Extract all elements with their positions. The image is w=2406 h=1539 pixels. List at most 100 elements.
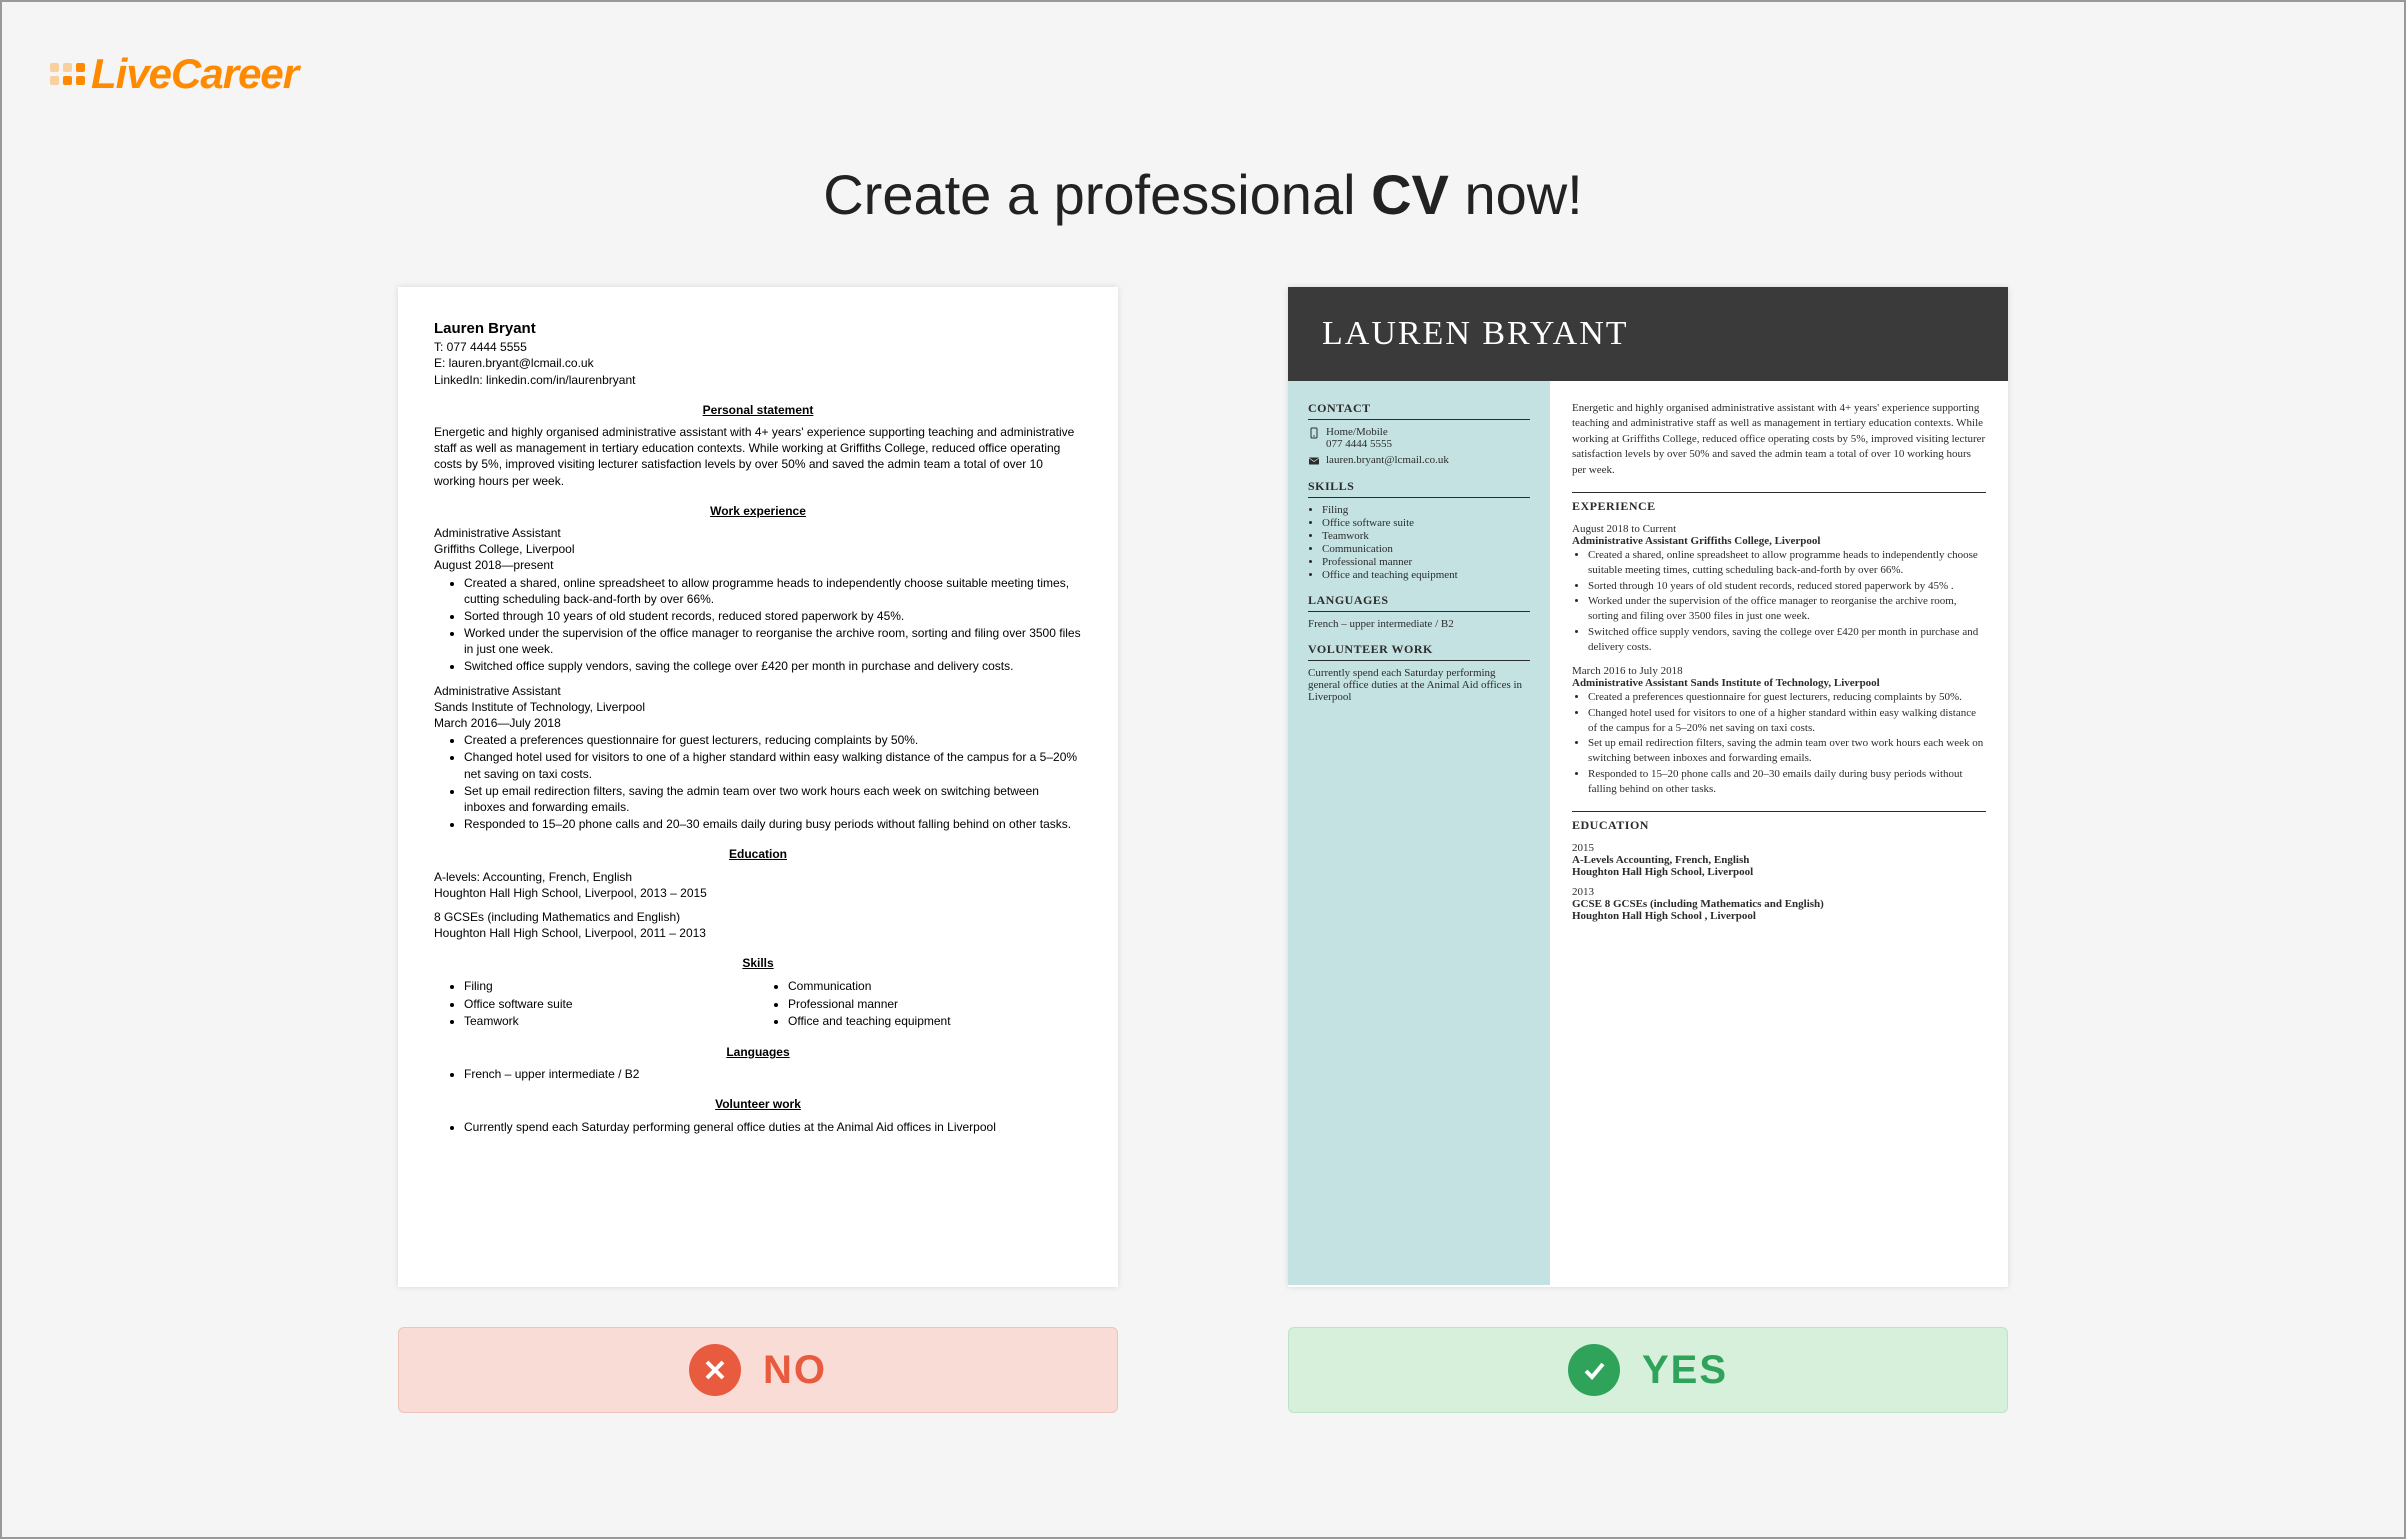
styled-lang: French – upper intermediate / B2	[1308, 618, 1530, 630]
styled-email-row: lauren.bryant@lcmail.co.uk	[1308, 454, 1530, 467]
plain-vol: Currently spend each Saturday performing…	[464, 1119, 1082, 1135]
plain-sec-personal: Personal statement	[434, 402, 1082, 418]
plain-job2-bullets: Created a preferences questionnaire for …	[464, 732, 1082, 832]
list-item: Teamwork	[464, 1013, 758, 1029]
list-item: Responded to 15–20 phone calls and 20–30…	[464, 816, 1082, 832]
no-button[interactable]: NO	[398, 1327, 1118, 1413]
styled-edu2-y: 2013	[1572, 886, 1986, 898]
page-frame: LiveCareer Create a professional CV now!…	[0, 0, 2406, 1539]
list-item: Office and teaching equipment	[788, 1013, 1082, 1029]
styled-sec-skills: SKILLS	[1308, 479, 1530, 498]
list-item: Communication	[1322, 543, 1530, 555]
plain-skills-cols: FilingOffice software suiteTeamwork Comm…	[434, 977, 1082, 1030]
logo-dots-icon	[50, 63, 85, 85]
divider	[1572, 811, 1986, 812]
plain-job1-org: Griffiths College, Liverpool	[434, 541, 1082, 557]
styled-sec-exp: EXPERIENCE	[1572, 499, 1986, 517]
plain-linkedin: LinkedIn: linkedin.com/in/laurenbryant	[434, 372, 1082, 388]
list-item: Communication	[788, 978, 1082, 994]
no-label: NO	[763, 1348, 827, 1393]
list-item: Filing	[464, 978, 758, 994]
plain-lang-list: French – upper intermediate / B2	[464, 1066, 1082, 1082]
plain-sec-edu: Education	[434, 846, 1082, 862]
plain-sec-work: Work experience	[434, 503, 1082, 519]
logo: LiveCareer	[50, 50, 298, 98]
list-item: Created a shared, online spreadsheet to …	[464, 575, 1082, 607]
styled-name: LAUREN BRYANT	[1288, 287, 2008, 381]
styled-vol: Currently spend each Saturday performing…	[1308, 667, 1530, 703]
plain-skills-left: FilingOffice software suiteTeamwork	[464, 977, 758, 1030]
styled-job2-bullets: Created a preferences questionnaire for …	[1588, 690, 1986, 797]
list-item: Sorted through 10 years of old student r…	[464, 608, 1082, 624]
heading-pre: Create a professional	[823, 163, 1371, 226]
styled-edu2-b: Houghton Hall High School , Liverpool	[1572, 910, 1756, 922]
plain-sec-skills: Skills	[434, 955, 1082, 971]
plain-sec-vol: Volunteer work	[434, 1096, 1082, 1112]
list-item: Office software suite	[1322, 517, 1530, 529]
list-item: Professional manner	[788, 996, 1082, 1012]
list-item: Responded to 15–20 phone calls and 20–30…	[1588, 767, 1986, 797]
check-icon	[1568, 1344, 1620, 1396]
plain-job1-dates: August 2018—present	[434, 557, 1082, 573]
plain-personal: Energetic and highly organised administr…	[434, 424, 1082, 489]
plain-job2-org: Sands Institute of Technology, Liverpool	[434, 699, 1082, 715]
styled-edu1-b: Houghton Hall High School, Liverpool	[1572, 866, 1753, 878]
list-item: Set up email redirection filters, saving…	[1588, 736, 1986, 766]
list-item: Set up email redirection filters, saving…	[464, 783, 1082, 815]
x-icon	[689, 1344, 741, 1396]
list-item: Filing	[1322, 504, 1530, 516]
styled-sec-contact: CONTACT	[1308, 401, 1530, 420]
list-item: Changed hotel used for visitors to one o…	[1588, 706, 1986, 736]
styled-edu2-a: GCSE 8 GCSEs (including Mathematics and …	[1572, 898, 1824, 910]
styled-sidebar: CONTACT Home/Mobile 077 4444 5555 lauren…	[1288, 381, 1550, 1285]
list-item: Created a preferences questionnaire for …	[464, 732, 1082, 748]
heading-strong: CV	[1371, 163, 1449, 226]
plain-skills-right: Communication Professional mannerOffice a…	[788, 977, 1082, 1030]
divider	[1572, 492, 1986, 493]
styled-phone-row: Home/Mobile 077 4444 5555	[1308, 426, 1530, 450]
list-item: Office and teaching equipment	[1322, 569, 1530, 581]
styled-body: CONTACT Home/Mobile 077 4444 5555 lauren…	[1288, 381, 2008, 1285]
plain-vol-list: Currently spend each Saturday performing…	[464, 1119, 1082, 1135]
yes-label: YES	[1642, 1348, 1728, 1393]
heading-post: now!	[1449, 163, 1583, 226]
list-item: Sorted through 10 years of old student r…	[1588, 579, 1986, 594]
plain-sec-lang: Languages	[434, 1044, 1082, 1060]
styled-phone-label: Home/Mobile	[1326, 426, 1392, 438]
page-heading: Create a professional CV now!	[62, 162, 2344, 227]
plain-phone: T: 077 4444 5555	[434, 339, 1082, 355]
styled-skills: FilingOffice software suiteTeamworkCommu…	[1322, 504, 1530, 581]
styled-sec-lang: LANGUAGES	[1308, 593, 1530, 612]
list-item: Worked under the supervision of the offi…	[1588, 594, 1986, 624]
styled-sec-vol: VOLUNTEER WORK	[1308, 642, 1530, 661]
column-yes: LAUREN BRYANT CONTACT Home/Mobile 077 44…	[1288, 287, 2008, 1413]
plain-job2-dates: March 2016—July 2018	[434, 715, 1082, 731]
styled-email: lauren.bryant@lcmail.co.uk	[1326, 454, 1449, 466]
list-item: Worked under the supervision of the offi…	[464, 625, 1082, 657]
plain-edu1-b: Houghton Hall High School, Liverpool, 20…	[434, 885, 1082, 901]
list-item: Created a shared, online spreadsheet to …	[1588, 548, 1986, 578]
cv-plain: Lauren Bryant T: 077 4444 5555 E: lauren…	[398, 287, 1118, 1287]
plain-edu1-a: A-levels: Accounting, French, English	[434, 869, 1082, 885]
styled-phone: 077 4444 5555	[1326, 438, 1392, 450]
plain-lang: French – upper intermediate / B2	[464, 1066, 1082, 1082]
plain-edu2-a: 8 GCSEs (including Mathematics and Engli…	[434, 909, 1082, 925]
plain-edu2-b: Houghton Hall High School, Liverpool, 20…	[434, 925, 1082, 941]
cv-comparison: Lauren Bryant T: 077 4444 5555 E: lauren…	[62, 287, 2344, 1413]
logo-text: LiveCareer	[91, 50, 298, 98]
plain-email: E: lauren.bryant@lcmail.co.uk	[434, 355, 1082, 371]
yes-button[interactable]: YES	[1288, 1327, 2008, 1413]
styled-job2-title: Administrative Assistant Sands Institute…	[1572, 677, 1880, 689]
list-item: Teamwork	[1322, 530, 1530, 542]
plain-job1-title: Administrative Assistant	[434, 525, 1082, 541]
styled-job1-title: Administrative Assistant Griffiths Colle…	[1572, 535, 1820, 547]
column-no: Lauren Bryant T: 077 4444 5555 E: lauren…	[398, 287, 1118, 1413]
styled-summary: Energetic and highly organised administr…	[1572, 401, 1986, 478]
styled-job1-bullets: Created a shared, online spreadsheet to …	[1588, 548, 1986, 655]
list-item: Created a preferences questionnaire for …	[1588, 690, 1986, 705]
styled-main: Energetic and highly organised administr…	[1550, 381, 2008, 1285]
list-item: Switched office supply vendors, saving t…	[1588, 625, 1986, 655]
cv-styled: LAUREN BRYANT CONTACT Home/Mobile 077 44…	[1288, 287, 2008, 1287]
styled-edu1-y: 2015	[1572, 842, 1986, 854]
plain-job2-title: Administrative Assistant	[434, 683, 1082, 699]
